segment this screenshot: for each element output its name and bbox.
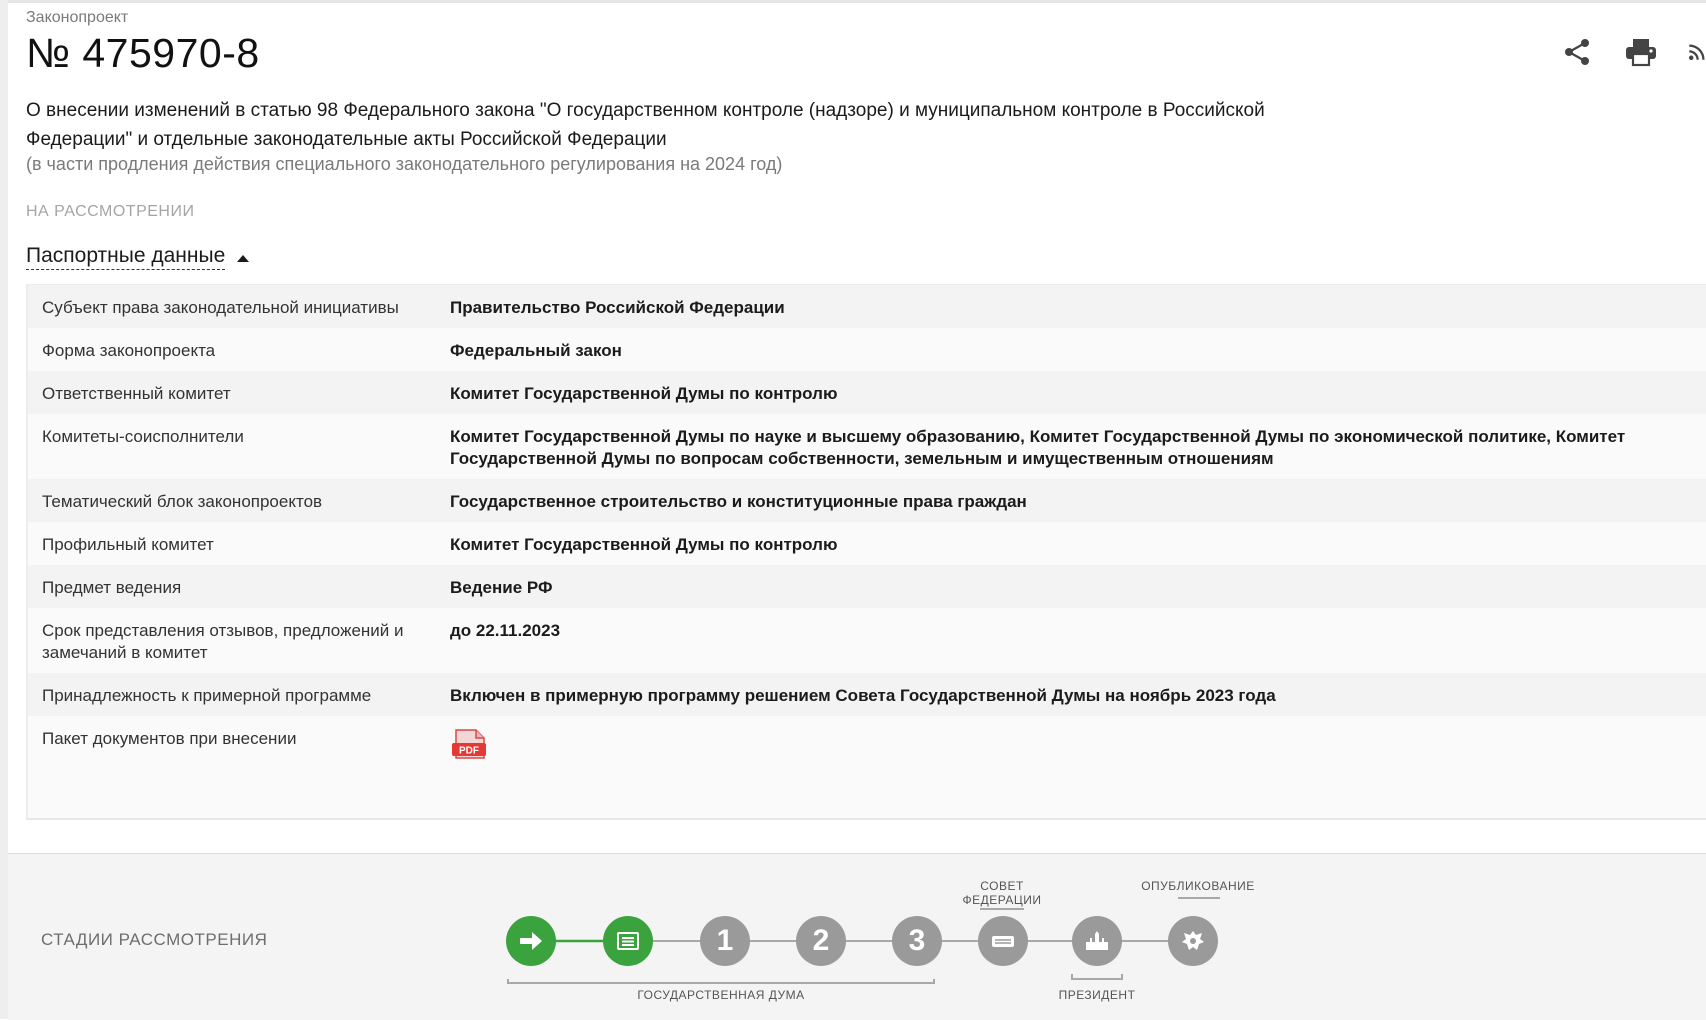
kremlin-icon xyxy=(1086,931,1108,950)
passport-toggle[interactable]: Паспортные данные xyxy=(26,244,250,270)
passport-row-value: Включен в примерную программу решением С… xyxy=(450,686,1276,705)
passport-row-label: Предмет ведения xyxy=(42,578,182,597)
stage-reading-1[interactable]: 1 xyxy=(700,916,750,966)
bill-overline: Законопроект xyxy=(26,9,129,26)
caption-duma: ГОСУДАРСТВЕННАЯ ДУМА xyxy=(637,988,805,1002)
passport-row: Профильный комитет Комитет Государственн… xyxy=(28,522,1706,565)
passport-row: Предмет ведения Ведение РФ xyxy=(28,565,1706,608)
passport-row: Тематический блок законопроектов Государ… xyxy=(28,479,1706,522)
rss-icon xyxy=(1688,44,1705,61)
stage-number: 3 xyxy=(908,924,926,957)
stage-reading-2[interactable]: 2 xyxy=(796,916,846,966)
passport-row: Срок представления отзывов, предложений … xyxy=(28,608,1706,673)
caption-council-2: ФЕДЕРАЦИИ xyxy=(962,893,1042,907)
passport-row-label: Профильный комитет xyxy=(42,535,214,554)
passport-row-value: Комитет Государственной Думы по контролю xyxy=(450,384,838,403)
passport-row-label: Форма законопроекта xyxy=(42,341,216,360)
stage-publication[interactable] xyxy=(1168,916,1218,966)
council-building-icon xyxy=(992,936,1014,947)
passport-row-label: Срок представления отзывов, предложений … xyxy=(42,621,404,662)
passport-row: Ответственный комитет Комитет Государств… xyxy=(28,371,1706,414)
page-actions xyxy=(1560,36,1706,68)
stage-introduced[interactable] xyxy=(506,916,556,966)
stages-track xyxy=(507,897,1220,984)
passport-toggle-label: Паспортные данные xyxy=(26,244,226,270)
passport-row-value: Ведение РФ xyxy=(450,578,553,597)
passport-row-value: Федеральный закон xyxy=(450,341,622,360)
passport-row: Комитеты-соисполнители Комитет Государст… xyxy=(28,414,1706,479)
document-list-icon xyxy=(617,932,639,950)
passport-table: Субъект права законодательной инициативы… xyxy=(26,284,1706,820)
caption-president: ПРЕЗИДЕНТ xyxy=(1058,988,1136,1002)
passport-row-value: Комитет Государственной Думы по контролю xyxy=(450,535,838,554)
caption-council-1: СОВЕТ xyxy=(980,879,1024,893)
bill-description: О внесении изменений в статью 98 Федерал… xyxy=(26,100,1265,150)
caret-up-icon xyxy=(237,254,250,262)
stages-panel: СТАДИИ РАССМОТРЕНИЯ 1 2 3 ГОСУДАРСТВЕННА… xyxy=(8,853,1706,1020)
passport-row-value: Правительство Российской Федерации xyxy=(450,298,785,317)
bill-description-note: (в части продления действия специального… xyxy=(26,154,783,174)
president-bracket xyxy=(1071,974,1123,980)
passport-row: Субъект права законодательной инициативы… xyxy=(28,285,1706,328)
bill-number: № 475970-8 xyxy=(26,30,260,76)
caption-publication: ОПУБЛИКОВАНИЕ xyxy=(1141,879,1255,893)
duma-bracket xyxy=(507,979,935,984)
passport-row-label: Комитеты-соисполнители xyxy=(42,427,244,446)
passport-row: Принадлежность к примерной программе Вкл… xyxy=(28,673,1706,716)
print-icon xyxy=(1626,39,1656,67)
passport-row-value: PDF xyxy=(450,728,1706,768)
pdf-file-icon: PDF xyxy=(452,729,486,759)
rss-button[interactable] xyxy=(1688,36,1706,68)
top-border xyxy=(0,0,1706,3)
passport-row-value: Комитет Государственной Думы по науке и … xyxy=(450,427,1626,468)
passport-row: Форма законопроекта Федеральный закон xyxy=(28,328,1706,371)
stage-president[interactable] xyxy=(1072,916,1122,966)
stage-reading-3[interactable]: 3 xyxy=(892,916,942,966)
stage-number: 2 xyxy=(812,924,830,957)
stage-preliminary[interactable] xyxy=(603,916,653,966)
passport-row-value: Государственное строительство и конститу… xyxy=(450,492,1027,511)
passport-row-label: Пакет документов при внесении xyxy=(42,729,297,748)
passport-row-value: до 22.11.2023 xyxy=(450,621,561,640)
stage-number: 1 xyxy=(716,924,734,957)
share-icon xyxy=(1565,39,1589,65)
passport-row: Пакет документов при внесении PDF xyxy=(28,716,1706,777)
status-label: НА РАССМОТРЕНИИ xyxy=(26,203,195,220)
passport-row-label: Субъект права законодательной инициативы xyxy=(42,298,399,317)
pdf-badge-text: PDF xyxy=(459,746,479,757)
passport-row-label: Принадлежность к примерной программе xyxy=(42,686,372,705)
left-border xyxy=(0,0,8,1019)
print-button[interactable] xyxy=(1624,36,1658,68)
share-button[interactable] xyxy=(1560,36,1594,68)
passport-row-label: Тематический блок законопроектов xyxy=(42,492,323,511)
passport-row-label: Ответственный комитет xyxy=(42,384,231,403)
emblem-icon xyxy=(1182,931,1204,950)
pdf-download-link[interactable]: PDF xyxy=(450,728,490,768)
arrow-right-icon xyxy=(520,932,542,950)
stage-federation-council[interactable] xyxy=(978,916,1028,966)
